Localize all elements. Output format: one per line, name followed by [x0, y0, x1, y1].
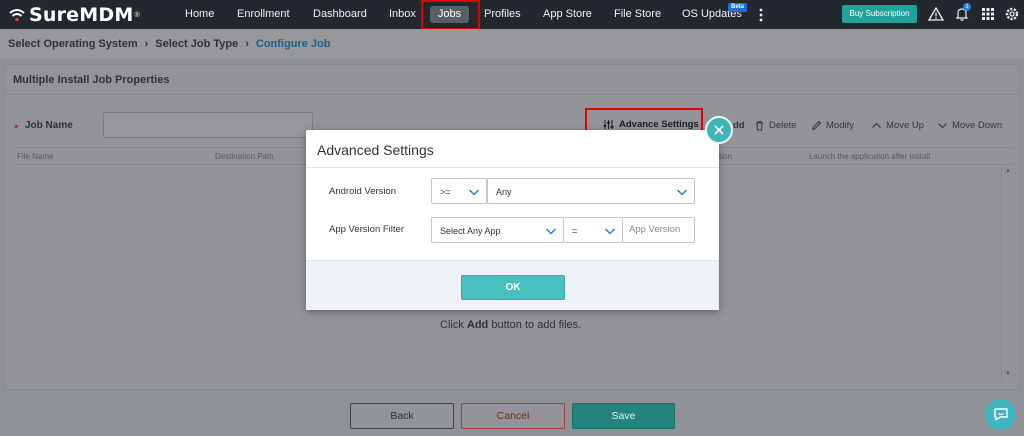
column-destination-path[interactable]: Destination Path: [215, 152, 274, 161]
buy-subscription-button[interactable]: Buy Subscription: [842, 5, 917, 23]
chevron-down-icon: [468, 189, 480, 196]
nav-profiles[interactable]: Profiles: [484, 0, 521, 29]
required-indicator: *: [14, 123, 19, 135]
job-name-label: Job Name: [25, 120, 73, 131]
scroll-up-icon[interactable]: ▲: [1005, 168, 1011, 174]
app-version-input[interactable]: App Version: [622, 217, 695, 243]
chevron-down-icon: [604, 228, 616, 235]
chevron-down-icon: [676, 189, 688, 196]
move-up-button[interactable]: Move Up: [871, 120, 924, 131]
advance-settings-label: Advance Settings: [619, 119, 699, 130]
ok-button[interactable]: OK: [461, 275, 565, 300]
add-button[interactable]: dd: [733, 120, 745, 131]
breadcrumb: Select Operating System › Select Job Typ…: [0, 29, 1024, 59]
android-version-select[interactable]: Any: [487, 178, 695, 204]
empty-table-hint: Click Add button to add files.: [440, 319, 581, 331]
delete-label: Delete: [769, 120, 797, 131]
app-version-operator-select[interactable]: =: [563, 217, 623, 243]
chat-support-button[interactable]: [985, 399, 1016, 430]
nav-dashboard[interactable]: Dashboard: [313, 0, 367, 29]
nav-enrollment[interactable]: Enrollment: [237, 0, 290, 29]
beta-badge: Beta: [728, 3, 748, 12]
close-icon: [714, 125, 724, 135]
breadcrumb-separator-icon: ›: [245, 38, 249, 50]
chevron-down-icon: [938, 123, 947, 129]
advance-settings-button[interactable]: Advance Settings: [603, 119, 699, 130]
brand-name: SureMDM: [29, 4, 134, 26]
android-operator-value: >=: [440, 187, 451, 197]
save-button[interactable]: Save: [572, 403, 675, 429]
breadcrumb-select-os[interactable]: Select Operating System: [8, 38, 138, 50]
app-select-value: Select Any App: [440, 226, 501, 236]
nav-home[interactable]: Home: [185, 0, 214, 29]
nav-jobs[interactable]: Jobs: [430, 6, 469, 23]
back-button[interactable]: Back: [350, 403, 454, 429]
close-dialog-button[interactable]: [705, 116, 733, 144]
move-down-label: Move Down: [952, 120, 1003, 131]
app-operator-value: =: [572, 226, 578, 236]
delete-button[interactable]: Delete: [754, 120, 796, 131]
column-launch-after-install[interactable]: Launch the application after install: [809, 152, 930, 161]
hint-add-word: Add: [466, 319, 489, 331]
chevron-down-icon: [545, 228, 557, 235]
breadcrumb-separator-icon: ›: [144, 38, 149, 50]
move-up-label: Move Up: [886, 120, 925, 131]
move-down-button[interactable]: Move Down: [937, 120, 1002, 131]
nav-file-store[interactable]: File Store: [614, 0, 661, 29]
cancel-button[interactable]: Cancel: [461, 403, 565, 429]
top-nav-bar: SureMDM ® Home Enrollment Dashboard Inbo…: [0, 0, 1024, 30]
chat-icon: [993, 408, 1008, 421]
apps-grid-icon[interactable]: [980, 6, 996, 22]
app-version-filter-label: App Version Filter: [329, 224, 404, 235]
modify-button[interactable]: Modify: [811, 120, 854, 131]
table-scrollbar[interactable]: ▲ ▼: [1001, 165, 1013, 380]
trash-icon: [756, 121, 763, 131]
warning-icon[interactable]: [928, 6, 944, 22]
breadcrumb-configure-job: Configure Job: [255, 38, 331, 50]
pencil-icon: [811, 120, 822, 131]
hint-prefix: Click: [440, 319, 467, 331]
panel-title: Multiple Install Job Properties: [5, 65, 1019, 95]
dialog-divider: [306, 167, 719, 168]
column-partial[interactable]: tion: [719, 152, 732, 161]
brand-logo[interactable]: SureMDM ®: [8, 4, 140, 26]
more-menu-icon[interactable]: [757, 8, 765, 22]
sliders-icon: [603, 120, 614, 129]
scroll-down-icon[interactable]: ▼: [1005, 371, 1011, 377]
notification-count-badge: 1: [963, 3, 971, 11]
breadcrumb-select-job-type[interactable]: Select Job Type: [155, 38, 238, 50]
wifi-logo-icon: [9, 9, 25, 22]
app-select[interactable]: Select Any App: [431, 217, 564, 243]
column-file-name[interactable]: File Name: [17, 152, 53, 161]
android-version-operator-select[interactable]: >=: [431, 178, 487, 204]
advanced-settings-dialog: Advanced Settings Android Version >= Any…: [306, 130, 719, 310]
nav-app-store[interactable]: App Store: [543, 0, 592, 29]
add-label: dd: [733, 120, 745, 131]
nav-inbox[interactable]: Inbox: [389, 0, 416, 29]
modify-label: Modify: [826, 120, 854, 131]
hint-suffix: button to add files.: [488, 319, 582, 331]
job-name-input[interactable]: [103, 112, 313, 138]
android-version-value: Any: [496, 187, 512, 197]
android-version-label: Android Version: [329, 186, 397, 197]
dialog-title: Advanced Settings: [317, 142, 434, 158]
chevron-up-icon: [872, 122, 881, 128]
brand-registered-mark: ®: [134, 11, 140, 19]
settings-gear-icon[interactable]: [1004, 6, 1020, 22]
